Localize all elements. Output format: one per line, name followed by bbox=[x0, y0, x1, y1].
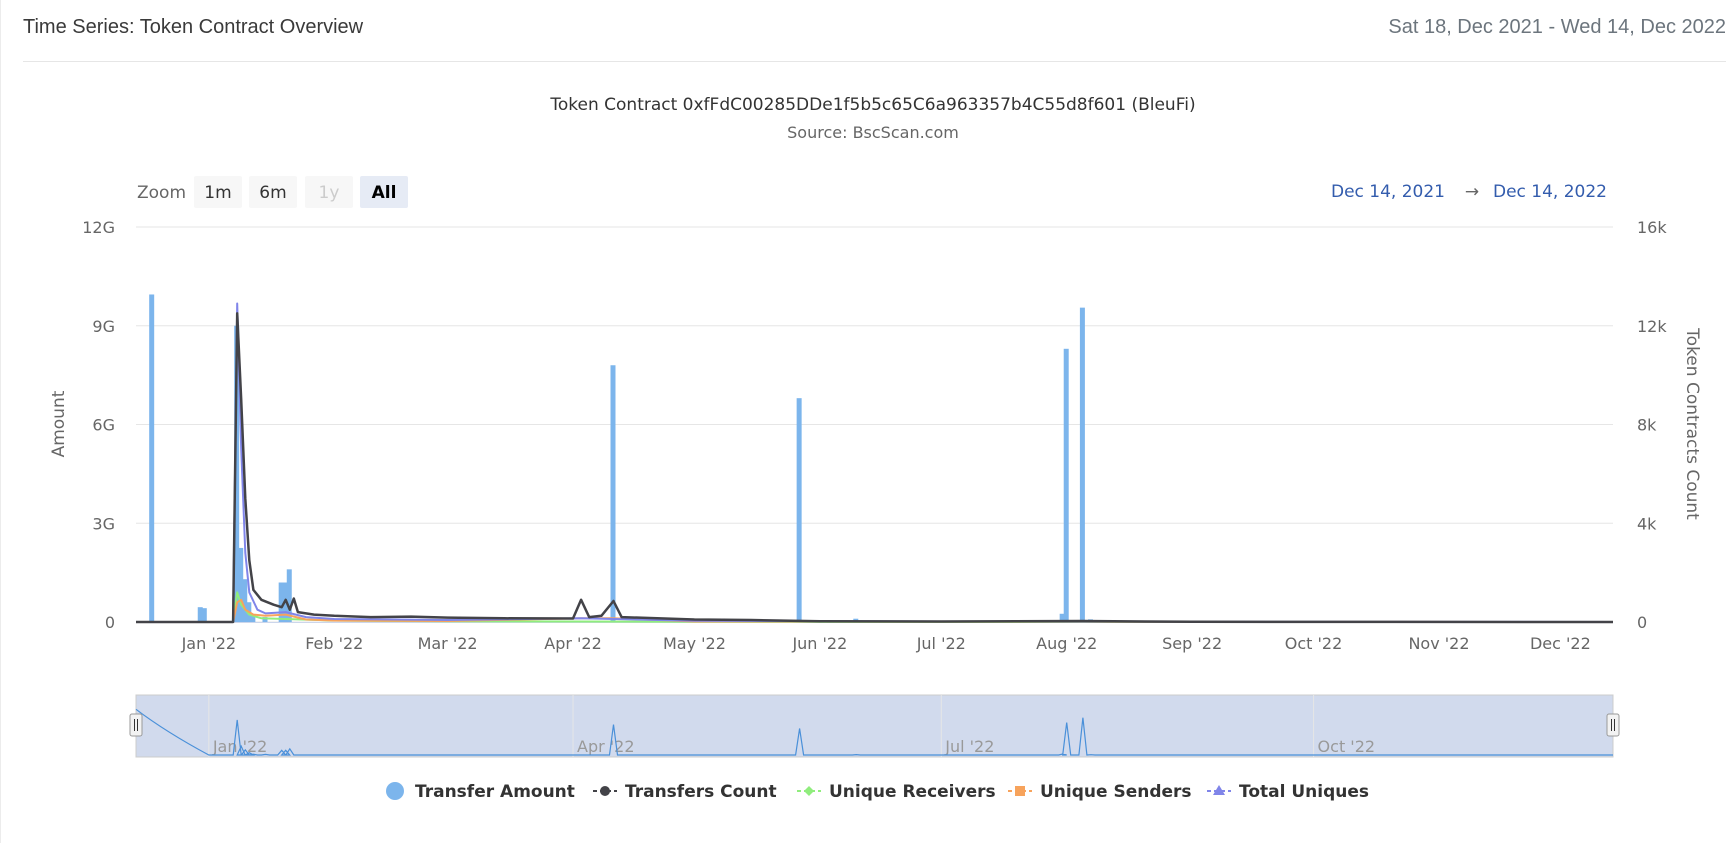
legend-item-unique-senders[interactable]: Unique Senders bbox=[1008, 782, 1192, 802]
line-total-uniques bbox=[136, 302, 1614, 623]
x-axis: Jan '22 Feb '22 Mar '22 Apr '22 May '22 Jun '… bbox=[136, 622, 1613, 653]
chart-card: Time Series: Token Contract Overview Sat… bbox=[0, 0, 1726, 843]
zoom-label: Zoom bbox=[137, 183, 186, 203]
legend-symbol bbox=[386, 782, 404, 800]
bar-transfer-amount bbox=[1063, 348, 1069, 622]
x-tick-label: Nov '22 bbox=[1408, 634, 1469, 653]
zoom-button-1y[interactable]: 1y bbox=[305, 176, 353, 208]
x-tick-label: Mar '22 bbox=[418, 634, 478, 653]
line-transfers-count bbox=[136, 312, 1614, 624]
y-right-tick-label: 0 bbox=[1637, 613, 1647, 632]
legend-label: Unique Senders bbox=[1040, 782, 1192, 802]
navigator-handle-left[interactable] bbox=[129, 713, 143, 737]
y-left-tick-label: 12G bbox=[82, 218, 115, 237]
x-tick-label: Feb '22 bbox=[305, 634, 363, 653]
y-left-tick-label: 6G bbox=[92, 416, 115, 435]
y-axis-right-title: Token Contracts Count bbox=[1682, 327, 1702, 520]
zoom-button-all[interactable]: All bbox=[360, 176, 408, 208]
plot-area bbox=[136, 294, 1614, 624]
legend-item-transfer-amount[interactable]: Transfer Amount bbox=[386, 782, 575, 802]
navigator-label: Jul '22 bbox=[944, 737, 994, 756]
legend-label: Transfers Count bbox=[625, 782, 777, 802]
y-right-tick-label: 16k bbox=[1637, 218, 1667, 237]
range-input-to[interactable]: Dec 14, 2022 bbox=[1493, 182, 1607, 202]
bar-transfer-amount bbox=[796, 398, 802, 622]
zoom-button-1y-label: 1y bbox=[319, 183, 340, 203]
legend-item-transfers-count[interactable]: Transfers Count bbox=[593, 782, 777, 802]
x-tick-label: Oct '22 bbox=[1285, 634, 1343, 653]
legend-symbol bbox=[1015, 786, 1025, 796]
legend-symbol bbox=[600, 786, 610, 796]
legend-symbol bbox=[804, 786, 814, 796]
token-contract-chart: Token Contract 0xfFdC00285DDe1f5b5c65C6a… bbox=[49, 95, 1702, 802]
grid-lines bbox=[136, 226, 1613, 623]
card-header: Time Series: Token Contract Overview Sat… bbox=[23, 0, 1726, 62]
legend-label: Total Uniques bbox=[1239, 782, 1369, 802]
legend: Transfer Amount Transfers Count Unique Rec… bbox=[386, 782, 1369, 802]
zoom-button-1m[interactable]: 1m bbox=[194, 176, 242, 208]
navigator-label: Oct '22 bbox=[1318, 737, 1376, 756]
x-tick-label: Apr '22 bbox=[544, 634, 602, 653]
y-axis-left-title: Amount bbox=[49, 390, 69, 457]
zoom-button-6m-label: 6m bbox=[259, 183, 286, 203]
y-right-tick-label: 12k bbox=[1637, 317, 1667, 336]
x-tick-label: Jul '22 bbox=[916, 634, 966, 653]
navigator[interactable]: Jan '22 Apr '22 Jul '22 Oct '22 bbox=[129, 694, 1620, 758]
zoom-button-6m[interactable]: 6m bbox=[249, 176, 297, 208]
y-left-tick-label: 3G bbox=[92, 514, 115, 533]
y-right-tick-label: 4k bbox=[1637, 514, 1657, 533]
chart-title: Token Contract 0xfFdC00285DDe1f5b5c65C6a… bbox=[549, 95, 1195, 115]
legend-label: Transfer Amount bbox=[415, 782, 575, 802]
bar-transfer-amount bbox=[1079, 307, 1085, 622]
range-input-from[interactable]: Dec 14, 2021 bbox=[1331, 182, 1445, 202]
legend-item-unique-receivers[interactable]: Unique Receivers bbox=[797, 782, 996, 802]
y-left-tick-label: 9G bbox=[92, 317, 115, 336]
y-right-tick-label: 8k bbox=[1637, 416, 1657, 435]
zoom-button-all-label: All bbox=[372, 183, 397, 203]
x-tick-label: Sep '22 bbox=[1162, 634, 1222, 653]
x-tick-label: Jun '22 bbox=[791, 634, 847, 653]
x-tick-label: Dec '22 bbox=[1530, 634, 1591, 653]
x-tick-label: Aug '22 bbox=[1036, 634, 1097, 653]
x-tick-label: May '22 bbox=[663, 634, 726, 653]
card-title: Time Series: Token Contract Overview bbox=[23, 16, 364, 38]
zoom-button-1m-label: 1m bbox=[204, 183, 231, 203]
y-left-tick-label: 0 bbox=[105, 613, 115, 632]
x-tick-label: Jan '22 bbox=[181, 634, 237, 653]
range-arrow: → bbox=[1465, 182, 1479, 202]
navigator-handle-right[interactable] bbox=[1606, 713, 1620, 737]
navigator-label: Apr '22 bbox=[577, 737, 635, 756]
bar-transfer-amount bbox=[610, 365, 616, 622]
right-axis: 0 4k 8k 12k 16k bbox=[1637, 218, 1667, 632]
legend-label: Unique Receivers bbox=[829, 782, 996, 802]
legend-item-total-uniques[interactable]: Total Uniques bbox=[1207, 782, 1369, 802]
date-range: Sat 18, Dec 2021 - Wed 14, Dec 2022 bbox=[1388, 16, 1726, 38]
bar-transfer-amount bbox=[149, 294, 155, 622]
navigator-mask bbox=[135, 694, 1614, 758]
chart-subtitle: Source: BscScan.com bbox=[787, 123, 959, 142]
left-axis: 0 3G 6G 9G 12G bbox=[82, 218, 115, 632]
bar-transfer-amount bbox=[201, 608, 207, 622]
